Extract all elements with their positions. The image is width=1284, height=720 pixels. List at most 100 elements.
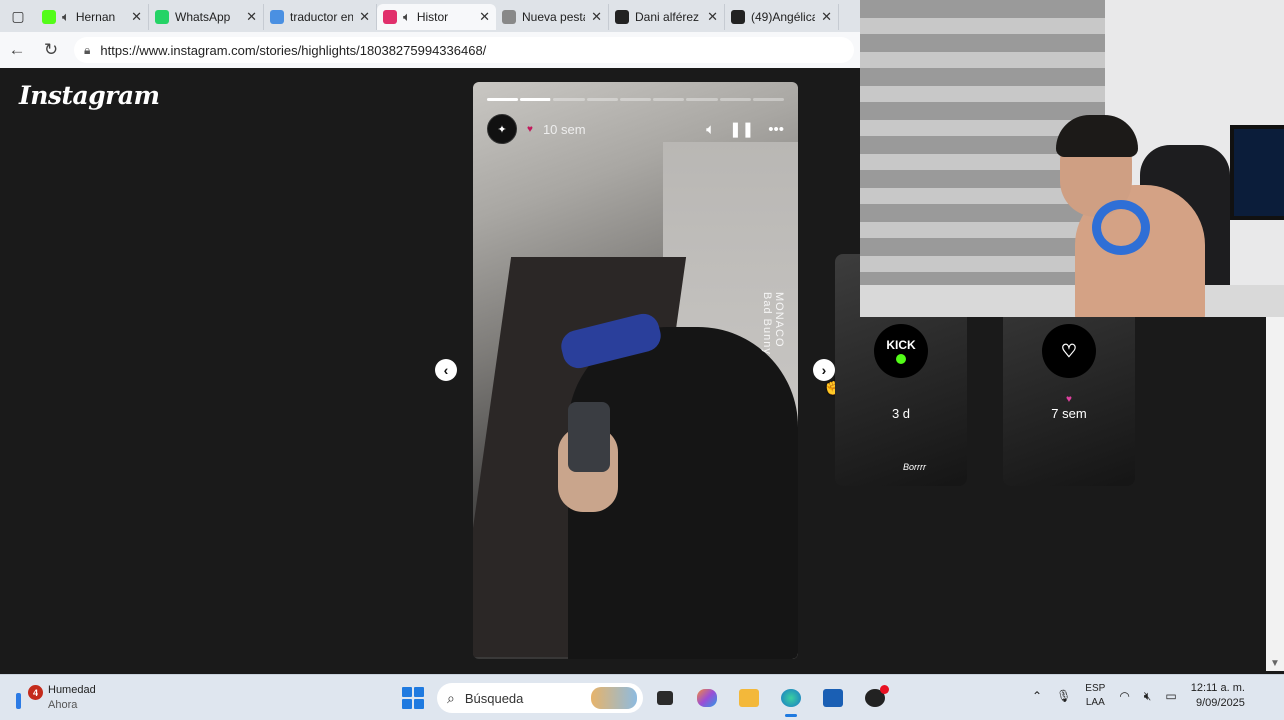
current-story[interactable]: MONACO Bad Bunny ✦ ♥ 10 sem 🔈︎ ❚❚ ••• — [473, 82, 798, 659]
close-tab-icon[interactable]: ✕ — [707, 9, 718, 25]
site-info-icon: 🔒︎ — [84, 42, 91, 57]
battery-icon[interactable]: ▭ — [1165, 689, 1176, 703]
previous-story-button[interactable]: ‹ — [435, 359, 457, 381]
browser-tab-2[interactable]: WhatsApp ✕ — [149, 4, 264, 30]
more-options-button[interactable]: ••• — [768, 121, 784, 138]
notification-badge: 4 — [28, 685, 43, 700]
scroll-down-icon: ▼ — [1270, 658, 1280, 669]
close-tab-icon[interactable]: ✕ — [359, 9, 370, 25]
weather-label: Humedad — [48, 684, 96, 696]
close-tab-icon[interactable]: ✕ — [591, 9, 602, 25]
tab-title: Nueva pesta — [522, 10, 586, 24]
weather-sub: Ahora — [48, 699, 78, 711]
tab-title: WhatsApp — [175, 10, 231, 24]
obs-icon — [865, 685, 889, 707]
story-header: ✦ ♥ 10 sem 🔈︎ ❚❚ ••• — [487, 113, 784, 145]
task-view-icon — [657, 691, 673, 705]
show-hidden-icons-button[interactable]: ⌃ — [1032, 689, 1042, 703]
kick-avatar-text: KICK — [886, 338, 916, 352]
browser-tab-5[interactable]: Nueva pesta ✕ — [496, 4, 609, 30]
webcam-headphones — [1092, 200, 1150, 255]
search-highlight-image — [591, 687, 637, 709]
language-code: ESP — [1085, 683, 1106, 694]
next-story-badge-icon-2: ♥ — [1066, 394, 1072, 405]
microphone-icon[interactable]: 🎙︎ — [1056, 689, 1071, 703]
mute-button[interactable]: 🔈︎ — [706, 121, 715, 138]
language-indicator[interactable]: ESP LAA — [1085, 682, 1105, 710]
chevron-up-icon: ⌃ — [1032, 689, 1043, 703]
clock[interactable]: 12:11 a. m. 9/09/2025 — [1191, 681, 1245, 711]
copilot-button[interactable] — [692, 683, 722, 713]
story-progress-segment — [686, 98, 718, 101]
chevron-left-icon: ‹ — [443, 362, 449, 378]
close-tab-icon[interactable]: ✕ — [821, 9, 832, 25]
tab-title: (49)Angélica — [751, 10, 816, 24]
tab-title: traductor en — [290, 10, 354, 24]
screen: ▢ 🔈︎ Hernan ✕ WhatsApp ✕ traductor en ✕ 🔈︎ Histo… — [0, 0, 1284, 720]
speaker-icon: 🔈︎ — [706, 120, 716, 138]
taskbar-search[interactable]: ⌕ Búsqueda — [437, 683, 643, 713]
next-story-time-1: 3 d — [891, 406, 911, 421]
webcam-monitor — [1230, 125, 1284, 220]
file-explorer-button[interactable] — [734, 683, 764, 713]
webcam-desk — [860, 285, 1284, 317]
clock-time: 12:11 a. m. — [1190, 682, 1245, 694]
tab-title: Histor — [416, 10, 449, 24]
kick-icon — [42, 10, 56, 24]
heart-outline-icon: ♡ — [1060, 340, 1078, 361]
story-progress-segment — [619, 98, 652, 101]
url-input[interactable]: 🔒︎ https://www.instagram.com/stories/hig… — [74, 37, 854, 63]
volume-muted-icon[interactable]: 🔇︎ — [1144, 689, 1152, 704]
webcam-overlay — [860, 0, 1284, 317]
search-icon: ⌕ — [447, 689, 455, 706]
next-story-sticker-text-1: Borrrr — [903, 462, 926, 472]
browser-tab-7[interactable]: (49)Angélica ✕ — [725, 4, 839, 30]
pause-icon: ❚❚ — [729, 121, 755, 138]
weather-widget[interactable]: 4 Humedad Ahora — [14, 683, 96, 713]
close-tab-icon[interactable]: ✕ — [479, 9, 490, 25]
browser-tab-4[interactable]: 🔈︎ Histor ✕ — [377, 4, 496, 30]
kick-logo-icon — [896, 354, 906, 364]
address-bar: ← ↻ 🔒︎ https://www.instagram.com/stories… — [0, 32, 860, 68]
close-tab-icon[interactable]: ✕ — [131, 9, 142, 25]
clock-date: 9/09/2025 — [1195, 697, 1245, 709]
pause-button[interactable]: ❚❚ — [729, 120, 754, 138]
obs-button[interactable] — [860, 683, 890, 713]
task-view-button[interactable] — [650, 683, 680, 713]
browser-tab-6[interactable]: Dani alférez ✕ — [609, 4, 725, 30]
close-tab-icon[interactable]: ✕ — [246, 9, 257, 25]
back-button[interactable]: ← — [0, 40, 34, 60]
weather-icon: 4 — [14, 685, 43, 709]
windows-logo-icon — [402, 687, 412, 697]
more-icon: ••• — [768, 120, 784, 138]
search-icon — [270, 10, 284, 24]
folder-icon — [739, 689, 759, 707]
tab-actions-icon: ▢ — [11, 7, 25, 24]
store-button[interactable] — [818, 683, 848, 713]
system-tray: ⌃ 🎙︎ ESP LAA ◠ 🔇︎ ▭ 12:11 a. m. 9/09/202… — [1032, 681, 1245, 711]
story-progress-segment — [520, 98, 552, 101]
edge-button[interactable] — [776, 683, 806, 717]
story-author-avatar[interactable]: ✦ — [487, 114, 517, 144]
tab-audio-icon[interactable]: 🔈︎ — [403, 9, 411, 25]
newtab-icon — [502, 10, 516, 24]
reload-button[interactable]: ↻ — [34, 40, 68, 60]
reload-icon: ↻ — [43, 40, 59, 59]
wifi-icon[interactable]: ◠ — [1119, 689, 1129, 703]
back-arrow-icon: ← — [8, 40, 26, 59]
next-story-avatar-2: ♡ — [1042, 324, 1096, 378]
start-button[interactable] — [402, 687, 424, 709]
windows-taskbar: 4 Humedad Ahora ⌕ Búsqueda ⌃ 🎙︎ ESP LAA … — [0, 674, 1284, 720]
tiktok-icon — [731, 10, 745, 24]
caption-title: MONACO — [773, 292, 785, 348]
browser-tab-1[interactable]: 🔈︎ Hernan ✕ — [36, 4, 149, 30]
tab-audio-icon[interactable]: 🔈︎ — [62, 9, 70, 25]
story-progress-segment — [752, 98, 784, 101]
tab-title: Hernan — [75, 10, 116, 24]
tab-actions-button[interactable]: ▢ — [0, 0, 36, 32]
browser-tab-3[interactable]: traductor en ✕ — [264, 4, 377, 30]
instagram-logo[interactable]: Instagram — [19, 81, 160, 110]
edge-icon — [781, 689, 801, 707]
tab-title: Dani alférez — [635, 10, 700, 24]
story-author-badge-icon: ♥ — [527, 123, 533, 135]
